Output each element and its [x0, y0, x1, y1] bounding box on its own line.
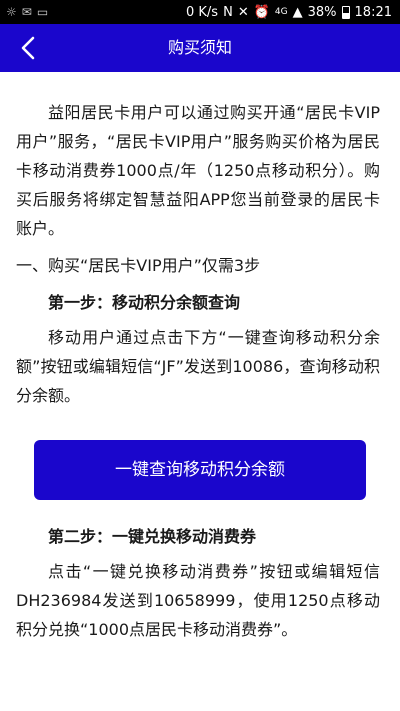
purchase-notice-content: 益阳居民卡用户可以通过购买开通“居民卡VIP用户”服务，“居民卡VIP用户”服务… — [16, 98, 380, 644]
mute-icon: ✕ — [237, 4, 249, 20]
section-heading: 一、购买“居民卡VIP用户”仅需3步 — [16, 256, 261, 275]
query-points-button[interactable]: 一键查询移动积分余额 — [34, 440, 366, 500]
status-bar: ☼ ✉ ▭ 0 K/s N ✕ ⏰ 4G ▲ 38% 18:21 — [0, 0, 400, 24]
step1-title: 第一步：移动积分余额查询 — [48, 293, 241, 312]
step2-title: 第二步：一键兑换移动消费券 — [48, 527, 257, 546]
status-bar-left: ☼ ✉ ▭ — [6, 5, 53, 19]
battery-percent: 38% — [307, 4, 337, 20]
notification-sun-icon: ☼ — [6, 5, 17, 19]
nfc-icon: N — [223, 4, 233, 20]
status-bar-right: 0 K/s N ✕ ⏰ 4G ▲ 38% 18:21 — [181, 5, 392, 20]
alarm-icon: ⏰ — [253, 4, 270, 20]
step1-text: 移动用户通过点击下方“一键查询移动积分余额”按钮或编辑短信“JF”发送到1008… — [16, 328, 380, 405]
step2-text: 点击“一键兑换移动消费券”按钮或编辑短信DH236984发送到10658999，… — [16, 562, 380, 639]
signal-label: 4G — [274, 7, 288, 17]
network-speed: 0 K/s — [186, 4, 219, 20]
intro-paragraph: 益阳居民卡用户可以通过购买开通“居民卡VIP用户”服务，“居民卡VIP用户”服务… — [16, 103, 380, 238]
battery-icon — [341, 5, 350, 19]
nav-bar: 购买须知 — [0, 24, 400, 72]
notification-message-icon: ▭ — [36, 5, 49, 19]
page-title: 购买须知 — [167, 38, 232, 57]
signal-icon: ▲ — [292, 4, 303, 20]
clock: 18:21 — [354, 4, 392, 20]
notification-chat-icon: ✉ — [21, 5, 32, 19]
